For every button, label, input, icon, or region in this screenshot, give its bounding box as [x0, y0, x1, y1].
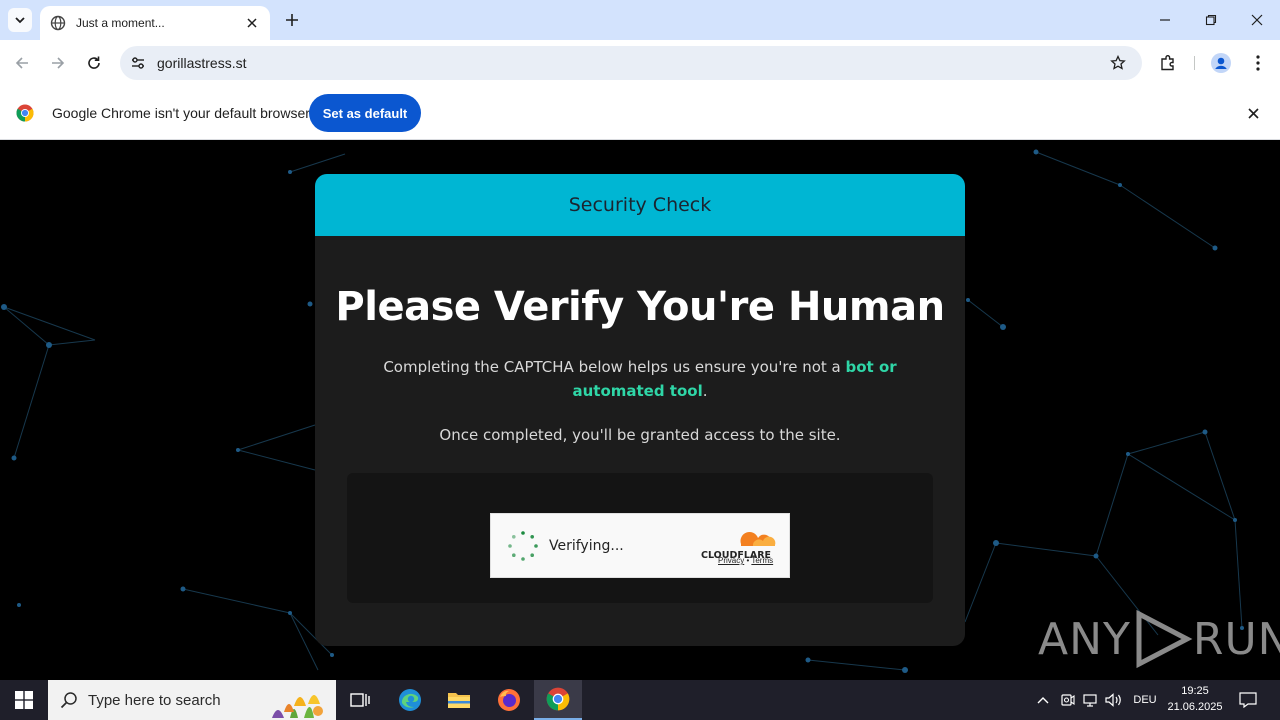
- folder-icon: [448, 693, 470, 708]
- close-window-button[interactable]: [1247, 10, 1267, 30]
- taskbar-firefox[interactable]: [485, 680, 533, 720]
- reload-button[interactable]: [83, 52, 105, 74]
- card-header-title: Security Check: [568, 194, 712, 216]
- bookmark-star-icon[interactable]: [1108, 53, 1128, 73]
- arrow-right-icon: [52, 57, 65, 69]
- default-browser-infobar: Google Chrome isn't your default browser…: [0, 86, 1280, 140]
- tray-network-button[interactable]: [1081, 680, 1101, 720]
- close-icon[interactable]: [1244, 104, 1262, 122]
- plus-icon: [286, 14, 298, 26]
- explanation-text: Completing the CAPTCHA below helps us en…: [383, 358, 846, 376]
- privacy-link[interactable]: Privacy: [718, 556, 744, 565]
- site-info-icon[interactable]: [128, 53, 148, 73]
- security-check-card: Security Check Please Verify You're Huma…: [315, 174, 965, 646]
- windows-logo-icon: [15, 691, 33, 709]
- network-icon: [1083, 694, 1097, 707]
- reload-icon: [88, 56, 100, 69]
- address-bar[interactable]: gorillastress.st: [120, 46, 1142, 80]
- new-tab-button[interactable]: [282, 10, 302, 30]
- explanation-suffix: .: [702, 382, 708, 400]
- link-separator: •: [746, 556, 750, 565]
- taskbar-file-explorer[interactable]: [435, 680, 483, 720]
- browser-toolbar: gorillastress.st: [0, 40, 1280, 86]
- close-icon: [1251, 14, 1263, 26]
- chrome-logo-icon: [16, 104, 34, 122]
- search-icon: [60, 692, 77, 709]
- clock-date: 21.06.2025: [1167, 701, 1223, 713]
- flowers-decoration-icon: [272, 695, 323, 718]
- captcha-explanation: Completing the CAPTCHA below helps us en…: [355, 355, 925, 403]
- loading-spinner-icon: [508, 531, 538, 561]
- firefox-icon: [498, 689, 520, 711]
- menu-kebab-icon[interactable]: [1247, 52, 1269, 74]
- chevron-down-icon: [15, 17, 25, 24]
- system-clock[interactable]: 19:25 21.06.2025: [1162, 683, 1228, 715]
- arrow-left-icon: [15, 57, 28, 69]
- minimize-icon: [1160, 19, 1170, 21]
- play-logo-icon: [1136, 609, 1193, 669]
- watermark-text-right: RUN: [1192, 613, 1280, 665]
- page-viewport: Security Check Please Verify You're Huma…: [0, 140, 1280, 680]
- set-as-default-button[interactable]: Set as default: [309, 94, 421, 132]
- infobar-message: Google Chrome isn't your default browser: [52, 105, 310, 121]
- chevron-up-icon: [1037, 697, 1049, 704]
- extensions-icon[interactable]: [1157, 52, 1179, 74]
- captcha-container: Verifying... CLOUDFLARE Privacy • Terms: [347, 473, 933, 603]
- tab-title: Just a moment...: [76, 16, 165, 30]
- tab-search-button[interactable]: [8, 8, 32, 32]
- card-header: Security Check: [315, 174, 965, 236]
- restore-icon: [1205, 14, 1217, 26]
- taskbar-edge[interactable]: [386, 680, 434, 720]
- profile-avatar-icon[interactable]: [1210, 52, 1232, 74]
- restore-button[interactable]: [1201, 10, 1221, 30]
- globe-icon: [50, 15, 66, 31]
- forward-button[interactable]: [47, 52, 69, 74]
- start-button[interactable]: [0, 680, 48, 720]
- taskbar-chrome[interactable]: [534, 680, 582, 720]
- chrome-icon: [546, 687, 570, 711]
- taskbar-search-box[interactable]: Type here to search: [48, 680, 336, 720]
- cloudflare-links: Privacy • Terms: [718, 556, 773, 565]
- language-indicator: DEU: [1133, 694, 1157, 706]
- url-text[interactable]: gorillastress.st: [157, 55, 246, 71]
- tab-strip: Just a moment...: [0, 0, 1280, 40]
- tray-language[interactable]: DEU: [1130, 680, 1160, 720]
- verifying-status: Verifying...: [549, 538, 624, 554]
- page-title: Please Verify You're Human: [335, 284, 945, 330]
- terms-link[interactable]: Terms: [751, 556, 773, 565]
- windows-taskbar: Type here to search DEU 19:25 21.06.2025: [0, 680, 1280, 720]
- tray-meet-button[interactable]: [1057, 680, 1077, 720]
- toolbar-separator: [1194, 56, 1195, 70]
- notification-icon: [1239, 692, 1257, 708]
- action-center-button[interactable]: [1236, 680, 1260, 720]
- tray-overflow-button[interactable]: [1033, 680, 1053, 720]
- edge-icon: [399, 689, 421, 711]
- webcam-icon: [1061, 694, 1075, 706]
- tab-active[interactable]: Just a moment...: [40, 6, 270, 40]
- watermark-text-left: ANY: [1038, 613, 1131, 665]
- access-note: Once completed, you'll be granted access…: [439, 426, 841, 444]
- search-placeholder: Type here to search: [88, 691, 221, 709]
- clock-time: 19:25: [1181, 685, 1209, 697]
- task-view-icon: [350, 693, 370, 707]
- task-view-button[interactable]: [336, 680, 384, 720]
- back-button[interactable]: [11, 52, 33, 74]
- volume-icon: [1105, 693, 1121, 707]
- turnstile-widget[interactable]: Verifying... CLOUDFLARE Privacy • Terms: [490, 513, 790, 578]
- minimize-button[interactable]: [1155, 10, 1175, 30]
- anyrun-watermark: ANY RUN: [1038, 608, 1280, 670]
- close-icon[interactable]: [244, 15, 260, 31]
- tray-volume-button[interactable]: [1104, 680, 1124, 720]
